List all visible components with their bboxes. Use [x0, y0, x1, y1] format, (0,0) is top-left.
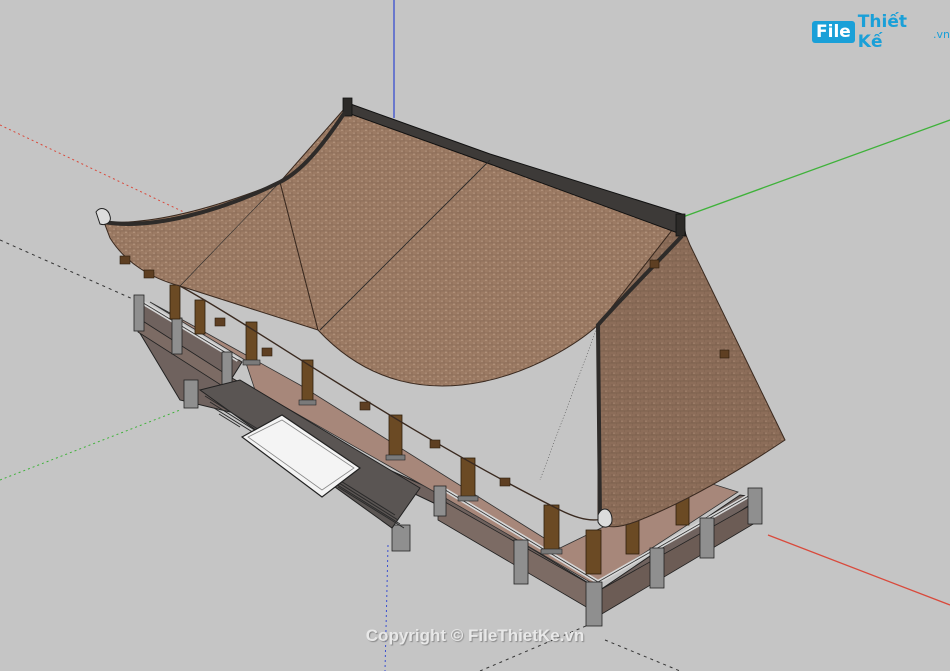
logo-box: File — [812, 21, 855, 43]
guide-black-left — [0, 239, 136, 301]
axis-green — [679, 119, 950, 219]
logo-text: Thiết Kế — [857, 12, 907, 52]
pavilion-model-scene[interactable] — [0, 0, 950, 671]
axis-green-neg — [0, 409, 181, 481]
axis-red — [767, 534, 950, 606]
left-eave-ornament — [95, 208, 111, 225]
model-viewport[interactable]: File Thiết Kế .vn Copyright © FileThietK… — [0, 0, 950, 671]
axis-blue-down — [384, 544, 389, 671]
axis-red-neg — [0, 124, 191, 216]
brand-logo: File Thiết Kế .vn — [812, 12, 950, 52]
copyright-watermark: Copyright © FileThietKe.vn — [365, 626, 585, 645]
logo-suffix: .vn — [933, 27, 950, 41]
